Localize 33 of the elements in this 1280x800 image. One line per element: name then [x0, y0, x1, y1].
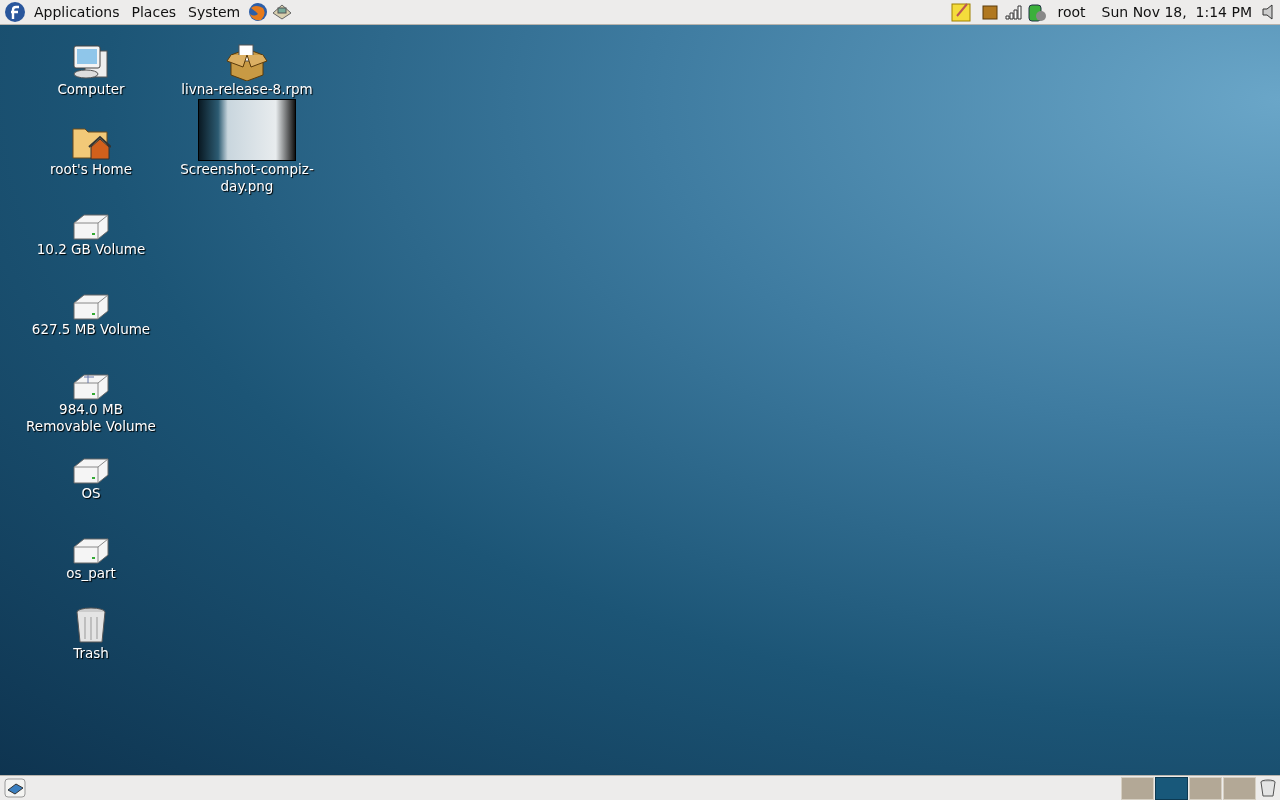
- drive-icon: [72, 213, 110, 241]
- desktop-icon-label[interactable]: Screenshot-compiz-day.png: [177, 161, 317, 195]
- fedora-logo-icon[interactable]: [4, 1, 26, 23]
- package-icon: [225, 41, 269, 81]
- desktop-icon-label[interactable]: root's Home: [50, 161, 132, 178]
- globe-browser-icon[interactable]: [248, 2, 269, 22]
- user-name[interactable]: root: [1051, 4, 1092, 20]
- drive-icon: [72, 293, 110, 321]
- drive-icon: [72, 457, 110, 485]
- desktop-icon-label[interactable]: Trash: [73, 645, 109, 662]
- desktop-icon-label[interactable]: 10.2 GB Volume: [36, 241, 146, 258]
- show-desktop-icon[interactable]: [4, 778, 26, 798]
- desktop-icon-label[interactable]: 627.5 MB Volume: [31, 321, 151, 338]
- computer-icon: [71, 43, 111, 81]
- clock[interactable]: Sun Nov 18, 1:14 PM: [1095, 4, 1258, 20]
- workspace[interactable]: [1155, 776, 1188, 800]
- drive-icon: [72, 373, 110, 401]
- panel-menu[interactable]: System: [184, 4, 245, 20]
- desktop-icon-label[interactable]: livna-release-8.rpm: [181, 81, 313, 98]
- signal-bars-icon[interactable]: [1005, 4, 1024, 20]
- trash-icon: [75, 607, 107, 645]
- panel-menu[interactable]: Applications: [30, 4, 124, 20]
- battery-icon[interactable]: [1027, 2, 1048, 22]
- drive-icon: [72, 537, 110, 565]
- desktop-icon-label[interactable]: os_part: [66, 565, 116, 582]
- panel-menu[interactable]: Places: [127, 4, 181, 20]
- speaker-icon[interactable]: [1262, 4, 1276, 20]
- desktop-icon-label[interactable]: Computer: [57, 81, 125, 98]
- mail-icon[interactable]: [272, 3, 293, 21]
- desktop-icon-label[interactable]: OS: [81, 485, 101, 502]
- trash-icon[interactable]: [1260, 779, 1276, 797]
- desktop-icon-label[interactable]: 984.0 MB Removable Volume: [21, 401, 161, 435]
- notes-icon[interactable]: [951, 2, 972, 22]
